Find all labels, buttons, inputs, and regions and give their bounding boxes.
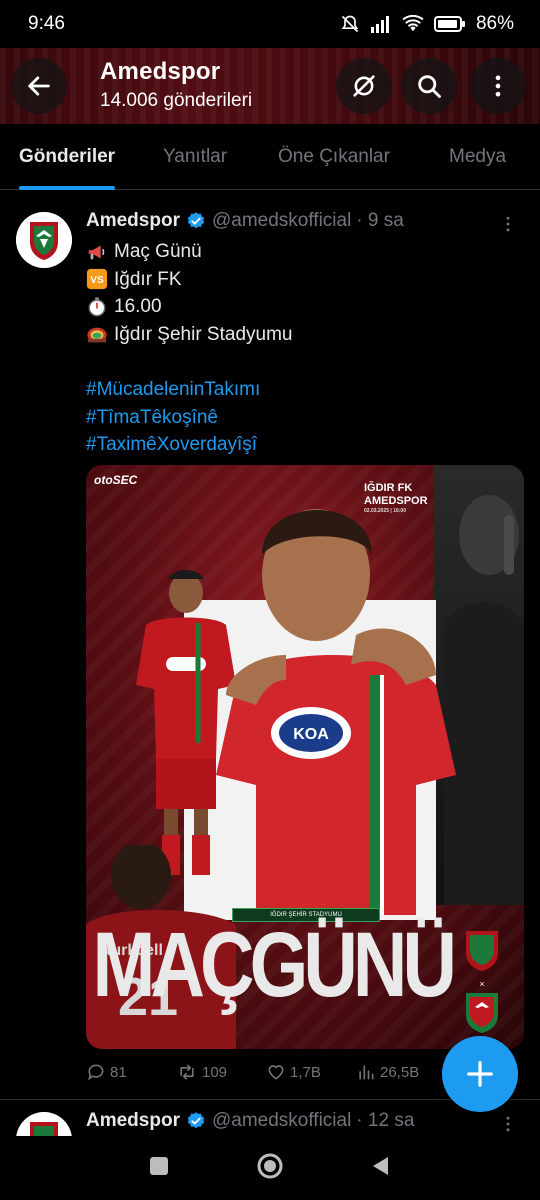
back-button[interactable] [11,58,67,114]
plus-icon [467,1061,493,1087]
amedspor-logo-icon [16,1112,72,1136]
back-arrow-icon [28,76,50,96]
author-handle[interactable]: @amedskofficial [212,1110,351,1132]
system-nav-bar [0,1136,540,1200]
amedspor-logo-icon [16,212,72,268]
svg-text:VS: VS [90,276,104,287]
vs-icon: VS [86,268,108,290]
heart-icon [268,1065,284,1080]
verified-badge-icon [187,1112,205,1129]
megaphone-icon [86,241,108,263]
home-circle-icon [257,1153,283,1178]
hashtag-link[interactable]: #MücadeleninTakımı [86,376,260,404]
tweet[interactable]: Amedspor @amedskofficial · 9 sa Maç Günü… [0,190,540,1100]
search-icon [418,75,441,98]
match-day-title: MAÇGÜNÜ [92,914,457,1016]
author-name[interactable]: Amedspor [86,1110,180,1132]
stadium-icon [86,324,108,346]
hashtag-link[interactable]: #TîmaTêkoşînê [86,404,218,432]
sponsor-logo-text: otoSEC [94,473,138,487]
signal-icon [370,15,392,33]
tweet-actions: 81 109 1,7B 26,5B [86,1062,446,1082]
home-button[interactable] [256,1152,284,1185]
recents-icon [150,1156,168,1175]
more-options-button[interactable] [470,58,526,114]
views-button[interactable]: 26,5B [356,1062,446,1082]
svg-text:×: × [479,979,484,989]
more-vertical-icon [495,75,501,97]
profile-header: Amedspor 14.006 gönderileri [0,48,540,124]
tweet-time: · 9 sa [356,210,404,231]
reply-icon [88,1064,104,1081]
compose-post-button[interactable] [442,1036,518,1112]
verified-badge-icon [187,212,205,229]
author-name[interactable]: Amedspor [86,210,180,232]
jersey-sponsor: KOA [293,726,329,743]
system-back-button[interactable] [370,1155,392,1182]
grok-button[interactable] [336,58,392,114]
more-vertical-icon [506,1116,510,1132]
wifi-icon [402,15,424,33]
hashtag-link[interactable]: #TaximêXoverdayîşî [86,431,257,459]
recents-button[interactable] [148,1155,170,1182]
tweet-media-image[interactable]: otoSEC IĞDIR FK AMEDSPOR 02.03.2025 | 16… [86,465,524,1049]
tweet-time: · 12 sa [356,1110,415,1131]
profile-tabs: Gönderiler Yanıtlar Öne Çıkanlar Medya [0,124,540,190]
tab-highlights[interactable]: Öne Çıkanlar [278,124,390,190]
search-button[interactable] [401,58,457,114]
back-triangle-icon [373,1156,388,1175]
repost-icon [180,1064,194,1080]
tab-media[interactable]: Medya [449,124,506,190]
tweet-more-button[interactable] [498,1114,518,1136]
tweet-text: Maç Günü VS Iğdır FK 16.00 Iğdır Şehir S… [86,238,292,459]
post-count: 14.006 gönderileri [100,90,253,111]
mute-icon [340,14,360,34]
profile-name: Amedspor [100,58,221,85]
grok-icon [353,75,375,97]
status-bar: 9:46 86% [0,0,540,48]
team-logos: × [462,927,502,1037]
stopwatch-icon [86,296,108,318]
tab-replies[interactable]: Yanıtlar [163,124,227,190]
tab-posts[interactable]: Gönderiler [19,124,116,190]
battery-percent: 86% [475,13,514,34]
views-chart-icon [359,1065,374,1080]
author-handle[interactable]: @amedskofficial [212,210,351,232]
like-button[interactable]: 1,7B [266,1062,356,1082]
reply-button[interactable]: 81 [86,1062,176,1082]
avatar[interactable] [16,1112,72,1136]
battery-icon [433,15,466,33]
more-vertical-icon [506,216,510,232]
tweet-more-button[interactable] [498,214,518,239]
avatar[interactable] [16,212,72,268]
status-time: 9:46 [28,13,65,34]
repost-button[interactable]: 109 [176,1062,266,1082]
